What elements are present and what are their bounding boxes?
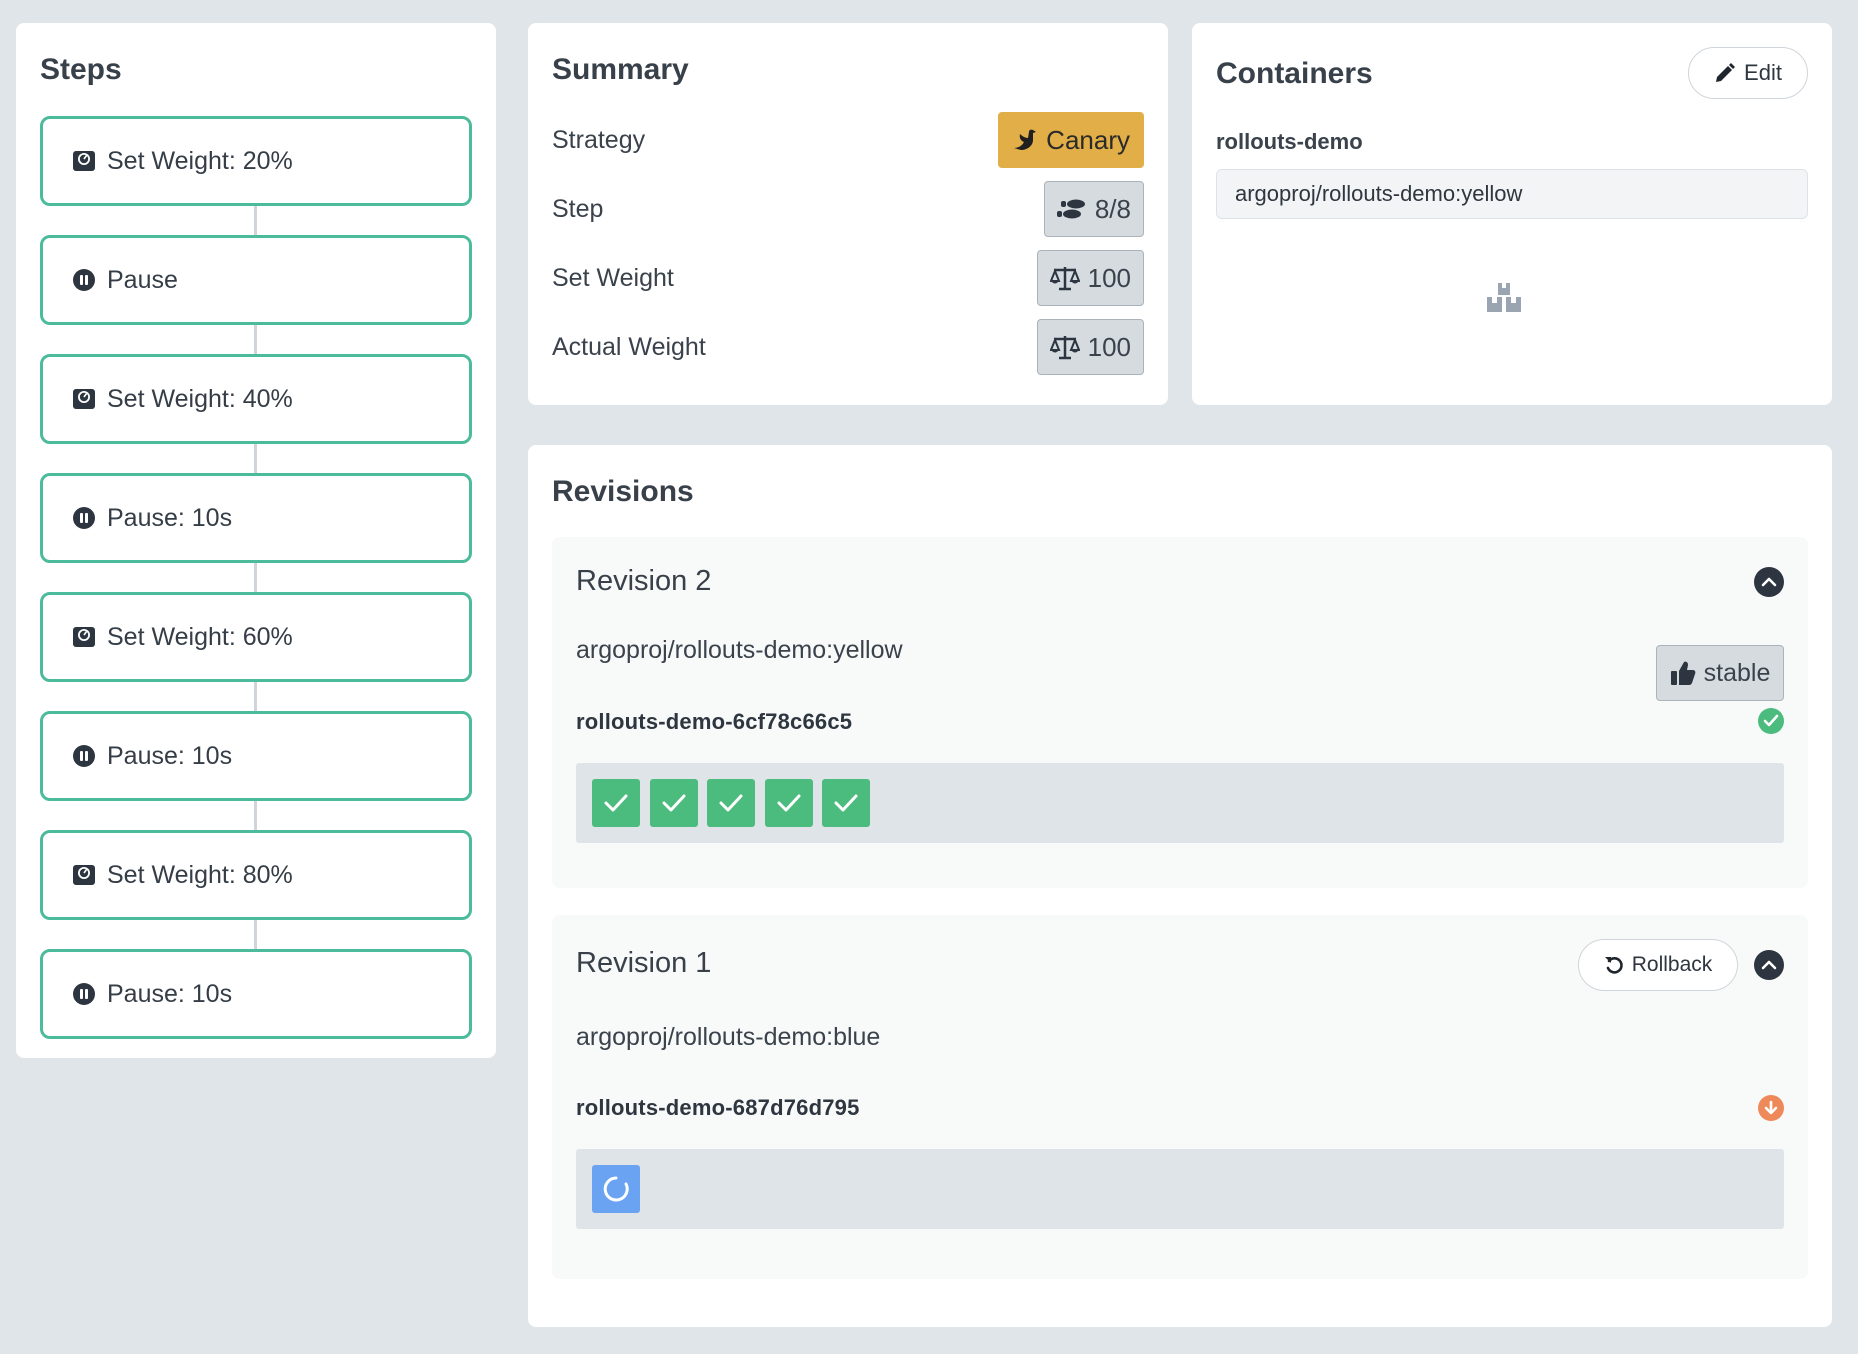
step-label: Pause: 10s [107,741,233,770]
check-circle-icon [1758,708,1784,734]
revision-image: argoproj/rollouts-demo:blue [576,1023,881,1051]
set-weight-badge: 100 [1036,250,1144,306]
revision-title: Revision 2 [576,565,712,597]
rollback-label: Rollback [1631,953,1713,976]
check-icon [662,794,686,812]
set-weight-value: 100 [1087,262,1131,293]
revision-image: argoproj/rollouts-demo:yellow [576,636,903,664]
shoe-prints-icon [1056,199,1085,219]
step-item[interactable]: Set Weight: 80% [40,830,472,920]
set-weight-label: Set Weight [552,263,674,292]
pencil-icon [1716,63,1736,82]
step-value: 8/8 [1094,193,1131,224]
step-label: Step [552,194,604,223]
containers-title: Containers [1216,57,1373,90]
strategy-badge: Canary [998,112,1144,168]
arrow-circle-down-icon [1758,1095,1784,1121]
balance-scale-icon [1049,267,1080,291]
replicaset-name: rollouts-demo-687d76d795 [576,1095,860,1120]
step-connector [254,920,257,949]
step-connector [254,206,257,235]
step-connector [254,682,257,711]
summary-row-actual-weight: Actual Weight 100 [552,319,1144,375]
step-label: Set Weight: 40% [107,384,293,413]
weight-scale-icon [71,148,97,174]
step-label: Set Weight: 80% [107,860,293,889]
edit-button[interactable]: Edit [1688,47,1808,99]
actual-weight-value: 100 [1087,331,1131,362]
pods-bar [576,1149,1784,1229]
check-icon [604,794,628,812]
actual-weight-label: Actual Weight [552,332,706,361]
collapse-button[interactable] [1754,567,1784,597]
weight-scale-icon [71,624,97,650]
revision-card: Revision 1 Rollback argoproj/rollouts-de… [552,915,1808,1279]
step-item[interactable]: Pause: 10s [40,473,472,563]
step-label: Pause: 10s [107,503,233,532]
summary-title: Summary [552,53,689,86]
collapse-button[interactable] [1754,950,1784,980]
step-label: Pause: 10s [107,979,233,1008]
pause-circle-icon [71,743,97,769]
pods-bar [576,763,1784,843]
summary-row-strategy: Strategy Canary [552,112,1144,168]
step-connector [254,444,257,473]
step-item[interactable]: Pause: 10s [40,949,472,1039]
summary-row-set-weight: Set Weight 100 [552,250,1144,306]
spinner-icon [603,1176,629,1202]
rollback-button[interactable]: Rollback [1578,939,1738,991]
step-label: Set Weight: 60% [107,622,293,651]
container-name: rollouts-demo [1216,129,1363,154]
undo-icon [1604,957,1623,974]
pod-ready[interactable] [650,779,698,827]
pause-circle-icon [71,267,97,293]
container-image-field[interactable]: argoproj/rollouts-demo:yellow [1216,169,1808,219]
balance-scale-icon [1049,336,1080,360]
stable-badge: stable [1656,645,1784,701]
stable-label: stable [1703,658,1771,687]
step-item[interactable]: Set Weight: 60% [40,592,472,682]
step-connector [254,563,257,592]
containers-panel: Containers Edit rollouts-demo argoproj/r… [1192,23,1832,405]
edit-label: Edit [1744,60,1782,85]
cubes-icon [1487,283,1521,318]
pause-circle-icon [71,505,97,531]
pod-ready[interactable] [592,779,640,827]
step-item[interactable]: Pause [40,235,472,325]
thumbs-up-icon [1670,661,1696,685]
step-badge: 8/8 [1043,181,1144,237]
pod-ready[interactable] [765,779,813,827]
summary-row-step: Step 8/8 [552,181,1144,237]
summary-panel: Summary Strategy Canary Step 8/8 Set Wei… [528,23,1168,405]
steps-panel: Steps Set Weight: 20% Pause Set Weight: … [16,23,496,1058]
revision-title: Revision 1 [576,947,712,979]
step-connector [254,325,257,354]
strategy-value: Canary [1046,124,1130,155]
pause-circle-icon [71,981,97,1007]
step-item[interactable]: Set Weight: 40% [40,354,472,444]
weight-scale-icon [71,862,97,888]
steps-title: Steps [40,53,122,86]
check-icon [834,794,858,812]
revisions-panel: Revisions Revision 2 argoproj/rollouts-d… [528,445,1832,1327]
weight-scale-icon [71,386,97,412]
check-icon [777,794,801,812]
step-label: Pause [107,265,178,294]
pod-progressing[interactable] [592,1165,640,1213]
step-item[interactable]: Pause: 10s [40,711,472,801]
step-item[interactable]: Set Weight: 20% [40,116,472,206]
pod-ready[interactable] [707,779,755,827]
chevron-up-icon [1761,577,1777,587]
check-icon [719,794,743,812]
step-label: Set Weight: 20% [107,146,293,175]
actual-weight-badge: 100 [1036,319,1144,375]
dove-icon [1014,129,1037,150]
revisions-title: Revisions [552,475,694,508]
strategy-label: Strategy [552,125,646,154]
chevron-up-icon [1761,960,1777,970]
pod-ready[interactable] [822,779,870,827]
revision-card: Revision 2 argoproj/rollouts-demo:yellow… [552,537,1808,888]
step-connector [254,801,257,830]
replicaset-name: rollouts-demo-6cf78c66c5 [576,709,853,734]
